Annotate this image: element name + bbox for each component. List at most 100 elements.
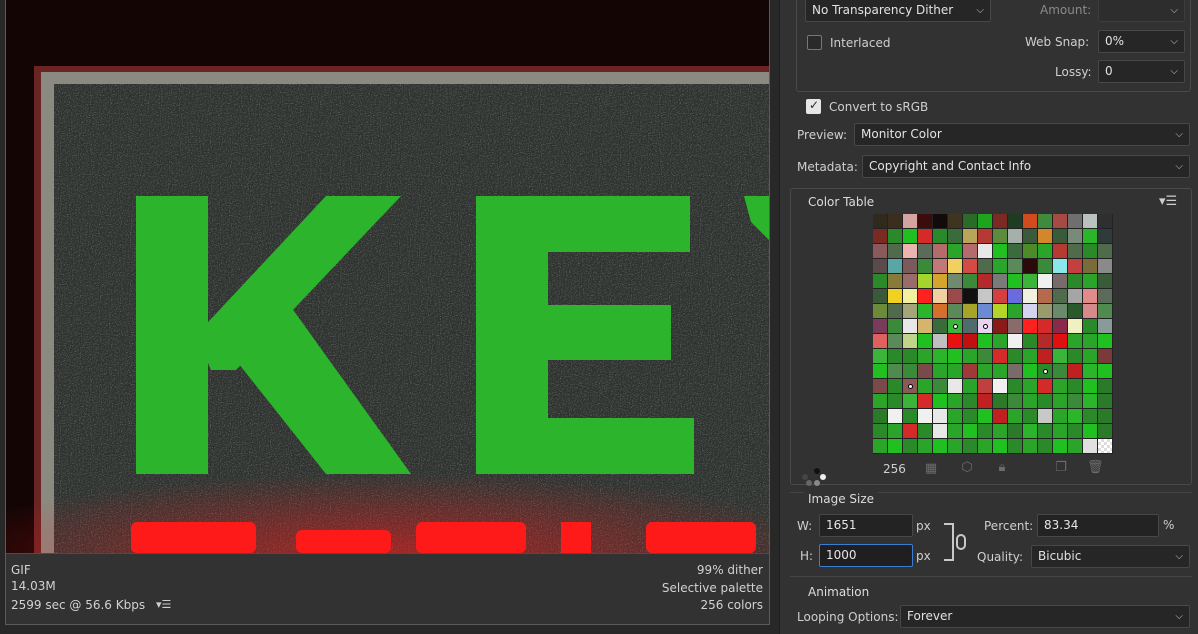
color-swatch[interactable] — [993, 259, 1008, 274]
color-swatch[interactable] — [978, 229, 993, 244]
color-swatch[interactable] — [888, 319, 903, 334]
color-swatch[interactable] — [903, 409, 918, 424]
color-swatch[interactable] — [903, 214, 918, 229]
delete-color-icon[interactable]: 🗑︎ — [1087, 460, 1104, 476]
color-swatch[interactable] — [873, 289, 888, 304]
color-swatch[interactable] — [1068, 379, 1083, 394]
color-swatch[interactable] — [903, 244, 918, 259]
color-swatch[interactable] — [1008, 319, 1023, 334]
color-swatch[interactable] — [873, 214, 888, 229]
color-swatch[interactable] — [873, 409, 888, 424]
color-swatch[interactable] — [903, 334, 918, 349]
color-swatch[interactable] — [1083, 349, 1098, 364]
color-swatch[interactable] — [1008, 274, 1023, 289]
color-swatch[interactable] — [1098, 364, 1113, 379]
color-swatch[interactable] — [948, 214, 963, 229]
color-swatch[interactable] — [888, 379, 903, 394]
color-swatch[interactable] — [888, 334, 903, 349]
color-swatch[interactable] — [933, 394, 948, 409]
new-color-icon[interactable]: ❐ — [1053, 460, 1069, 476]
color-swatch[interactable] — [993, 229, 1008, 244]
color-swatch[interactable] — [1068, 289, 1083, 304]
color-swatch[interactable] — [1068, 334, 1083, 349]
color-swatch[interactable] — [1053, 349, 1068, 364]
color-swatch[interactable] — [1083, 424, 1098, 439]
color-swatch[interactable] — [873, 394, 888, 409]
color-swatch[interactable] — [933, 319, 948, 334]
color-swatch[interactable] — [1053, 394, 1068, 409]
convert-srgb-checkbox[interactable] — [806, 98, 821, 114]
color-swatch[interactable] — [978, 244, 993, 259]
color-swatch[interactable] — [933, 409, 948, 424]
color-swatch[interactable] — [1038, 334, 1053, 349]
color-swatch[interactable] — [1098, 289, 1113, 304]
color-swatch[interactable] — [903, 349, 918, 364]
color-swatch[interactable] — [873, 424, 888, 439]
color-swatch[interactable] — [873, 244, 888, 259]
color-swatch[interactable] — [933, 244, 948, 259]
color-swatch[interactable] — [918, 304, 933, 319]
color-swatch[interactable] — [993, 379, 1008, 394]
color-swatch[interactable] — [1053, 289, 1068, 304]
color-swatch[interactable] — [1008, 304, 1023, 319]
color-swatch[interactable] — [1023, 409, 1038, 424]
color-swatch[interactable] — [1008, 394, 1023, 409]
color-swatch[interactable] — [1098, 229, 1113, 244]
color-swatch[interactable] — [948, 349, 963, 364]
color-swatch[interactable] — [1068, 349, 1083, 364]
color-swatch[interactable] — [963, 319, 978, 334]
color-swatch[interactable] — [903, 274, 918, 289]
color-swatch[interactable] — [888, 274, 903, 289]
color-swatch[interactable] — [1053, 409, 1068, 424]
color-swatch[interactable] — [918, 409, 933, 424]
color-swatch[interactable] — [993, 394, 1008, 409]
color-swatch[interactable] — [1023, 304, 1038, 319]
color-swatch[interactable] — [918, 349, 933, 364]
color-swatch[interactable] — [1038, 349, 1053, 364]
color-swatch[interactable] — [1008, 229, 1023, 244]
color-swatch[interactable] — [1098, 334, 1113, 349]
quality-dropdown[interactable]: Bicubic ⌵ — [1031, 545, 1190, 568]
color-swatch[interactable] — [918, 244, 933, 259]
color-swatch[interactable] — [948, 259, 963, 274]
color-swatch[interactable] — [1083, 394, 1098, 409]
color-swatch[interactable] — [978, 409, 993, 424]
color-swatch[interactable] — [993, 439, 1008, 454]
color-swatch[interactable] — [978, 379, 993, 394]
color-swatch[interactable] — [1068, 409, 1083, 424]
color-swatch[interactable] — [978, 439, 993, 454]
color-swatch[interactable] — [1008, 244, 1023, 259]
color-swatch[interactable] — [903, 304, 918, 319]
color-swatch[interactable] — [1083, 409, 1098, 424]
color-swatch[interactable] — [1098, 244, 1113, 259]
color-swatch[interactable] — [948, 364, 963, 379]
color-swatch[interactable] — [948, 289, 963, 304]
color-swatch[interactable] — [873, 349, 888, 364]
color-swatch[interactable] — [1053, 439, 1068, 454]
color-swatch[interactable] — [1068, 439, 1083, 454]
color-swatch[interactable] — [918, 289, 933, 304]
color-swatch[interactable] — [963, 274, 978, 289]
color-swatch[interactable] — [1008, 424, 1023, 439]
color-swatch[interactable] — [933, 349, 948, 364]
color-swatch[interactable] — [1038, 364, 1053, 379]
color-swatch[interactable] — [888, 424, 903, 439]
color-swatch[interactable] — [1008, 379, 1023, 394]
color-swatch[interactable] — [1068, 364, 1083, 379]
color-swatch[interactable] — [873, 334, 888, 349]
color-swatch[interactable] — [1053, 244, 1068, 259]
color-swatch[interactable] — [888, 409, 903, 424]
color-swatch[interactable] — [963, 364, 978, 379]
color-swatch[interactable] — [1038, 304, 1053, 319]
color-swatch[interactable] — [963, 409, 978, 424]
color-swatch[interactable] — [963, 229, 978, 244]
percent-input[interactable]: 83.34 — [1037, 514, 1159, 537]
color-swatch[interactable] — [1038, 379, 1053, 394]
color-swatch[interactable] — [1068, 259, 1083, 274]
color-swatch[interactable] — [918, 439, 933, 454]
color-swatch[interactable] — [888, 259, 903, 274]
color-swatch[interactable] — [933, 289, 948, 304]
color-swatch[interactable] — [993, 424, 1008, 439]
color-swatch[interactable] — [933, 304, 948, 319]
color-swatch[interactable] — [978, 394, 993, 409]
